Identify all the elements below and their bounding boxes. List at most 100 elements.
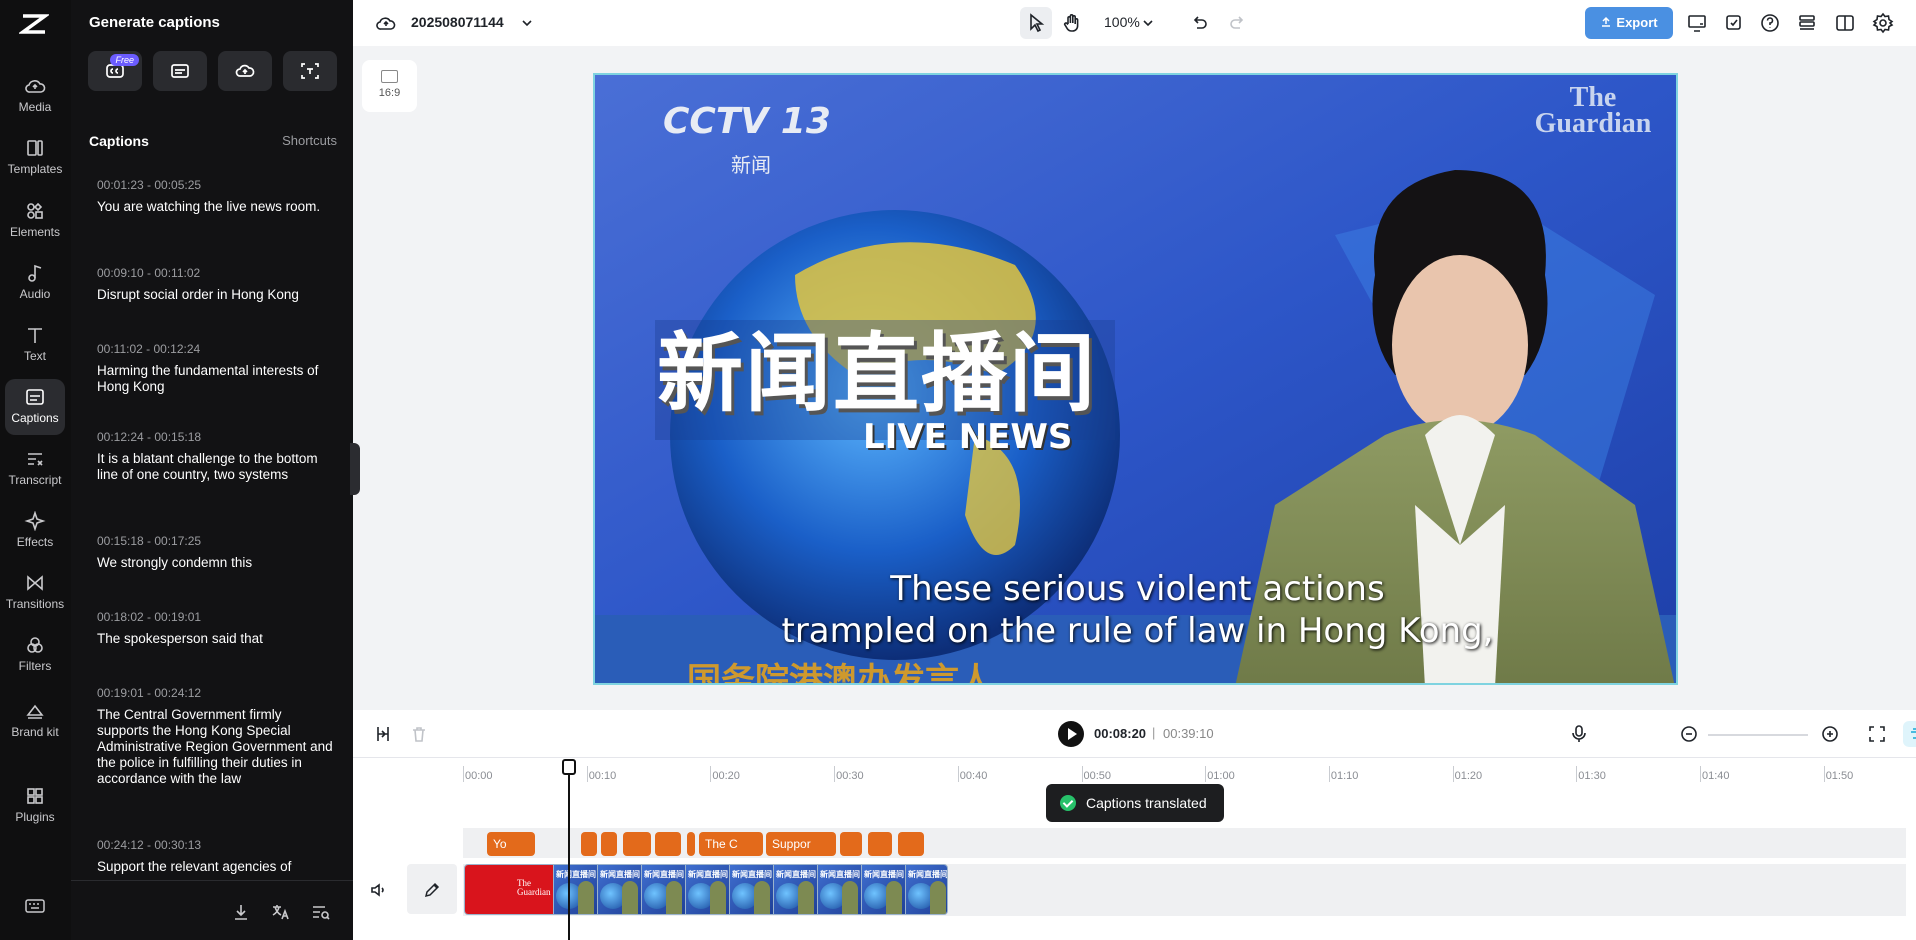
caption-chip[interactable]: The C — [699, 832, 763, 856]
rail-item-elements[interactable]: Elements — [5, 193, 65, 249]
caption-chip[interactable] — [581, 832, 597, 856]
ruler-tick: 01:40 — [1700, 766, 1730, 782]
cloud-save-icon[interactable] — [375, 12, 397, 34]
time-separator: | — [1152, 725, 1156, 740]
aspect-ratio-button[interactable]: 16:9 — [362, 60, 417, 112]
speaker-icon[interactable] — [369, 880, 389, 900]
zoom-level[interactable]: 100% — [1104, 14, 1140, 30]
text-icon — [28, 328, 42, 343]
cloud-icon — [25, 80, 46, 93]
caption-chip[interactable]: Suppor — [766, 832, 836, 856]
caption-chip[interactable] — [868, 832, 892, 856]
thumb-title: 新闻直播间 — [820, 870, 860, 879]
stack-icon[interactable] — [1796, 12, 1818, 34]
caption-item[interactable]: 00:18:02 - 00:19:01 The spokesperson sai… — [97, 610, 333, 647]
caption-text[interactable]: The spokesperson said that — [97, 631, 333, 647]
video-clip[interactable]: The Guardian 新闻直播间 新闻直播间 新闻直播间 新闻直播间 新闻直播间 新闻… — [464, 864, 948, 915]
chevron-down-icon[interactable] — [1139, 14, 1157, 32]
caption-text[interactable]: You are watching the live news room. — [97, 199, 333, 215]
playhead[interactable] — [568, 762, 570, 940]
fullscreen-icon[interactable] — [1867, 724, 1887, 744]
play-button[interactable] — [1058, 721, 1084, 747]
shortcuts-link[interactable]: Shortcuts — [282, 133, 337, 148]
caption-chip[interactable] — [601, 832, 617, 856]
caption-item[interactable]: 00:24:12 - 00:30:13 Support the relevant… — [97, 838, 333, 874]
translate-icon[interactable] — [271, 902, 291, 922]
keyboard-icon[interactable] — [25, 898, 45, 914]
manual-captions-button[interactable] — [153, 51, 207, 91]
caption-text[interactable]: The Central Government firmly supports t… — [97, 707, 333, 787]
download-icon[interactable] — [231, 902, 251, 922]
project-name[interactable]: 202508071144 — [411, 14, 504, 30]
rail-item-media[interactable]: Media — [5, 68, 65, 124]
rail-item-audio[interactable]: Audio — [5, 255, 65, 311]
redo-icon[interactable] — [1227, 12, 1249, 34]
microphone-icon[interactable] — [1569, 724, 1589, 744]
rail-item-filters[interactable]: Filters — [5, 627, 65, 683]
video-preview[interactable]: CCTV 13 新闻 The Guardian 新闻直播间 LIVE NEWS … — [593, 73, 1678, 685]
caption-item[interactable]: 00:15:18 - 00:17:25 We strongly condemn … — [97, 534, 333, 571]
caption-list: 00:01:23 - 00:05:25 You are watching the… — [71, 170, 353, 874]
undo-icon[interactable] — [1188, 12, 1210, 34]
rail-item-text[interactable]: Text — [5, 317, 65, 373]
zoom-in-icon[interactable] — [1820, 724, 1840, 744]
caption-chip[interactable] — [655, 832, 681, 856]
playhead-handle[interactable] — [562, 759, 576, 775]
caption-line-2: trampled on the rule of law in Hong Kong… — [781, 611, 1494, 651]
delete-icon[interactable] — [409, 724, 429, 744]
search-replace-icon[interactable] — [311, 902, 331, 922]
caption-overlay[interactable]: These serious violent actions trampled o… — [595, 568, 1676, 652]
caption-chip[interactable] — [840, 832, 862, 856]
rail-item-templates[interactable]: Templates — [5, 130, 65, 186]
pointer-icon[interactable] — [1025, 12, 1047, 34]
caption-item[interactable]: 00:11:02 - 00:12:24 Harming the fundamen… — [97, 342, 333, 395]
rail-label: Transcript — [8, 473, 62, 487]
rail-label: Brand kit — [11, 725, 59, 739]
caption-text[interactable]: Support the relevant agencies of — [97, 859, 333, 874]
chevron-down-icon[interactable] — [518, 14, 536, 32]
rail-item-plugins[interactable]: Plugins — [5, 778, 65, 834]
show-title-cn: 新闻直播间 — [657, 324, 1097, 424]
cover-edit-button[interactable] — [407, 864, 457, 914]
rail-item-transitions[interactable]: Transitions — [5, 565, 65, 621]
export-button[interactable]: Export — [1585, 7, 1673, 39]
zoom-out-icon[interactable] — [1679, 724, 1699, 744]
ruler-tick: 00:50 — [1081, 766, 1112, 782]
present-icon[interactable] — [1686, 12, 1708, 34]
caption-item[interactable]: 00:01:23 - 00:05:25 You are watching the… — [97, 178, 333, 215]
transcript-icon — [28, 453, 43, 466]
clip-thumbnail: 新闻直播间 — [729, 865, 773, 914]
caption-chip[interactable] — [898, 832, 924, 856]
ruler-tick: 00:40 — [957, 766, 988, 782]
thumb-anchor — [754, 881, 770, 914]
layout-panel-icon[interactable] — [1834, 12, 1856, 34]
help-icon[interactable] — [1759, 12, 1781, 34]
caption-item[interactable]: 00:12:24 - 00:15:18 It is a blatant chal… — [97, 430, 333, 483]
scan-captions-button[interactable] — [283, 51, 337, 91]
caption-chip[interactable]: Yo — [487, 832, 535, 856]
upload-captions-button[interactable] — [218, 51, 272, 91]
rail-item-transcript[interactable]: Transcript — [5, 441, 65, 497]
rail-item-captions[interactable]: Captions — [5, 379, 65, 435]
rail-item-effects[interactable]: Effects — [5, 503, 65, 559]
magnet-snap-icon[interactable] — [1907, 724, 1916, 744]
left-nav-rail: Media Templates Elements Audio Text Capt… — [0, 0, 71, 940]
caption-chip[interactable] — [687, 832, 695, 856]
caption-item[interactable]: 00:19:01 - 00:24:12 The Central Governme… — [97, 686, 333, 787]
timeline-zoom-slider[interactable] — [1708, 734, 1808, 736]
caption-time: 00:12:24 - 00:15:18 — [97, 430, 202, 444]
panel-collapse-handle[interactable] — [350, 443, 360, 495]
auto-captions-button[interactable]: Free — [88, 51, 142, 91]
hand-icon[interactable] — [1061, 12, 1083, 34]
settings-gear-icon[interactable] — [1872, 12, 1894, 34]
caption-text[interactable]: We strongly condemn this — [97, 555, 333, 571]
caption-text[interactable]: Disrupt social order in Hong Kong — [97, 287, 333, 303]
caption-chip[interactable] — [623, 832, 651, 856]
rail-item-brand-kit[interactable]: Brand kit — [5, 693, 65, 759]
caption-text[interactable]: Harming the fundamental interests of Hon… — [97, 363, 333, 395]
split-icon[interactable] — [373, 724, 393, 744]
caption-item[interactable]: 00:09:10 - 00:11:02 Disrupt social order… — [97, 266, 333, 303]
check-badge-icon[interactable] — [1723, 12, 1745, 34]
music-note-icon — [28, 264, 42, 282]
caption-text[interactable]: It is a blatant challenge to the bottom … — [97, 451, 333, 483]
